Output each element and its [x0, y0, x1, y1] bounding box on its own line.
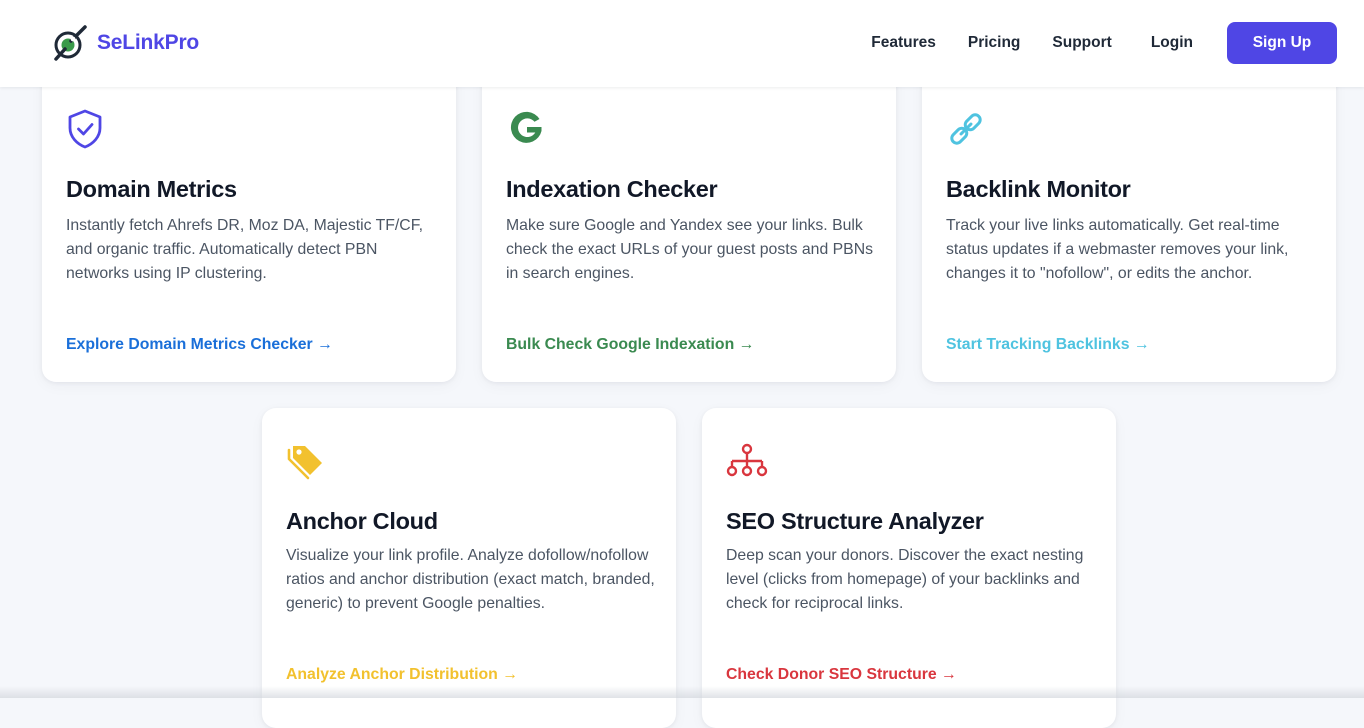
nav-support[interactable]: Support — [1052, 34, 1111, 52]
card-title: Anchor Cloud — [286, 508, 438, 535]
sitemap-icon — [726, 440, 768, 487]
nav-login[interactable]: Login — [1151, 34, 1193, 52]
explore-domain-metrics-link[interactable]: Explore Domain Metrics Checker → — [66, 336, 333, 354]
feature-card-domain-metrics: Domain Metrics Instantly fetch Ahrefs DR… — [42, 62, 456, 382]
signup-button[interactable]: Sign Up — [1227, 22, 1337, 64]
site-header: SeLinkPro Features Pricing Support Login… — [0, 0, 1364, 87]
link-icon — [946, 108, 986, 155]
main-nav: Features Pricing Support Login Sign Up — [871, 22, 1337, 64]
brand-logo-link[interactable]: SeLinkPro — [50, 24, 199, 62]
bulk-check-indexation-link[interactable]: Bulk Check Google Indexation → — [506, 336, 754, 354]
card-description: Make sure Google and Yandex see your lin… — [506, 214, 878, 286]
google-icon — [506, 108, 546, 155]
check-donor-seo-structure-link[interactable]: Check Donor SEO Structure → — [726, 666, 957, 684]
card-title: Backlink Monitor — [946, 176, 1131, 203]
nav-pricing[interactable]: Pricing — [968, 34, 1021, 52]
selinkpro-logo-icon — [50, 24, 88, 62]
feature-card-indexation-checker: Indexation Checker Make sure Google and … — [482, 62, 896, 382]
card-description: Instantly fetch Ahrefs DR, Moz DA, Majes… — [66, 214, 438, 286]
card-description: Deep scan your donors. Discover the exac… — [726, 544, 1098, 616]
nav-features[interactable]: Features — [871, 34, 936, 52]
card-title: Domain Metrics — [66, 176, 237, 203]
feature-card-backlink-monitor: Backlink Monitor Track your live links a… — [922, 62, 1336, 382]
card-description: Visualize your link profile. Analyze dof… — [286, 544, 658, 616]
brand-name: SeLinkPro — [97, 31, 199, 55]
start-tracking-backlinks-link[interactable]: Start Tracking Backlinks → — [946, 336, 1150, 354]
shield-check-icon — [66, 108, 104, 155]
card-title: Indexation Checker — [506, 176, 717, 203]
feature-card-seo-structure-analyzer: SEO Structure Analyzer Deep scan your do… — [702, 408, 1116, 728]
feature-card-anchor-cloud: Anchor Cloud Visualize your link profile… — [262, 408, 676, 728]
card-title: SEO Structure Analyzer — [726, 508, 984, 535]
card-description: Track your live links automatically. Get… — [946, 214, 1318, 286]
analyze-anchor-distribution-link[interactable]: Analyze Anchor Distribution → — [286, 666, 518, 684]
bottom-fade — [0, 686, 1364, 698]
tags-icon — [286, 440, 328, 487]
